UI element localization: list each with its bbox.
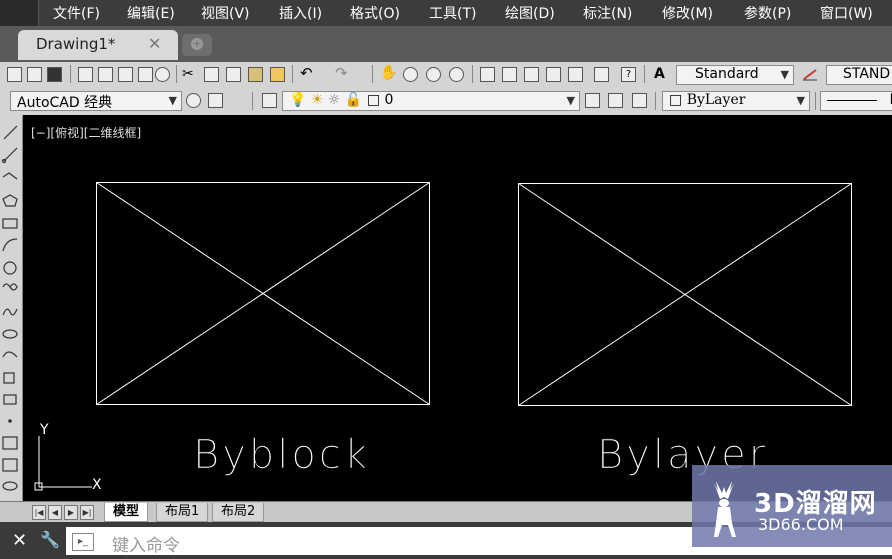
close-command-line-icon[interactable]: ✕ (12, 530, 27, 551)
command-placeholder: 键入命令 (112, 536, 180, 556)
next-layout-button[interactable]: ▶ (64, 505, 78, 520)
previous-layout-button[interactable]: ◀ (48, 505, 62, 520)
last-layout-button[interactable]: ▶| (80, 505, 94, 520)
wrench-icon[interactable]: 🔧 (40, 530, 60, 549)
tab-model[interactable]: 模型 (104, 503, 149, 522)
ucs-x-label: X (92, 477, 102, 493)
tab-layout2[interactable]: 布局2 (212, 503, 265, 522)
tab-layout1[interactable]: 布局1 (156, 503, 209, 522)
ucs-y-label: Y (39, 422, 49, 438)
deer-logo (714, 481, 736, 537)
text-byblock: Byblock (193, 432, 370, 478)
watermark-url: 3D66.COM (758, 515, 844, 534)
first-layout-button[interactable]: |◀ (32, 505, 46, 520)
command-prompt-icon[interactable]: ▸_ (72, 533, 94, 551)
watermark: 3D溜溜网 3D66.COM (692, 465, 892, 547)
